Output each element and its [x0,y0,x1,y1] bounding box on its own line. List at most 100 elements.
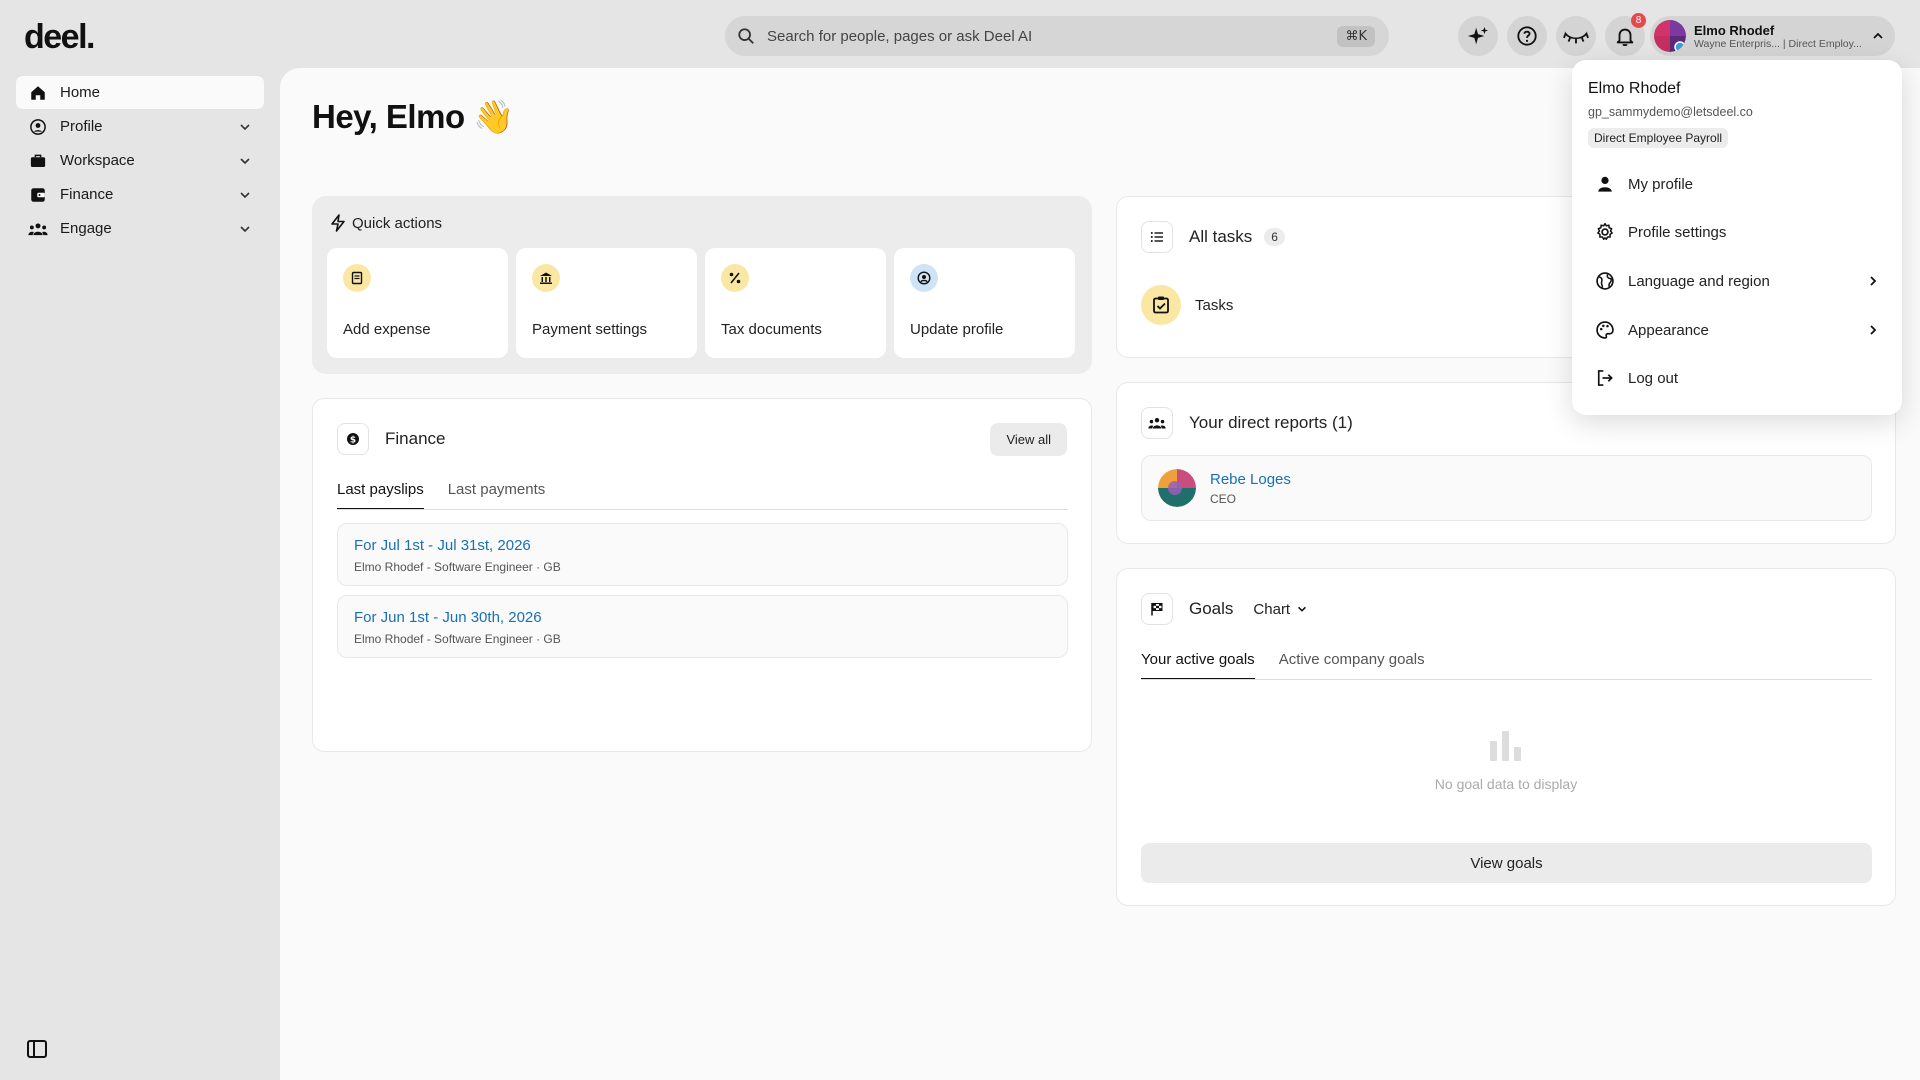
menu-item-label: Language and region [1628,272,1770,290]
sparkle-icon [1467,25,1489,47]
chevron-down-icon [238,154,252,168]
sidebar-item-engage[interactable]: Engage [16,212,264,245]
goals-view-select[interactable]: Chart [1253,601,1308,618]
direct-report-role: CEO [1210,491,1237,506]
sidebar-item-label: Engage [60,220,112,237]
tab-divider [1141,679,1872,680]
direct-reports-header: Your direct reports (1) [1141,407,1353,439]
sidebar-item-workspace[interactable]: Workspace [16,144,264,177]
payslip-subtitle: Elmo Rhodef - Software Engineer · GB [354,560,561,574]
globe-icon [1594,270,1616,292]
percent-icon [721,264,749,292]
quick-action-label: Tax documents [721,321,822,338]
menu-item-appearance[interactable]: Appearance [1588,312,1886,348]
checklist-icon [1141,285,1181,325]
menu-item-label: Appearance [1628,321,1709,339]
user-subtitle: Wayne Enterpris... | Direct Employ... [1694,37,1862,50]
sidebar-collapse-icon[interactable] [26,1038,48,1060]
chevron-down-icon [238,120,252,134]
chevron-up-icon [1871,29,1885,43]
quick-actions-panel: Quick actions Add expense Payment settin… [312,196,1092,374]
quick-action-add-expense[interactable]: Add expense [327,248,508,358]
tasks-item[interactable]: Tasks [1141,285,1233,325]
search-input[interactable] [767,27,1338,45]
menu-item-label: Log out [1628,369,1679,387]
wallet-icon [28,185,48,205]
sidebar-item-label: Profile [60,118,103,135]
help-button[interactable] [1507,16,1547,56]
quick-action-payment-settings[interactable]: Payment settings [516,248,697,358]
menu-item-profile-settings[interactable]: Profile settings [1588,214,1886,250]
payslip-row[interactable]: For Jul 1st - Jul 31st, 2026 Elmo Rhodef… [337,523,1068,586]
search-icon [737,27,755,45]
tasks-item-label: Tasks [1195,296,1234,314]
avatar [1654,20,1686,52]
user-circle-icon [910,264,938,292]
profile-icon [28,117,48,137]
menu-item-label: Profile settings [1628,223,1727,241]
gear-icon [1594,221,1616,243]
ai-sparkle-button[interactable] [1458,16,1498,56]
sidebar-item-finance[interactable]: Finance [16,178,264,211]
payslip-subtitle: Elmo Rhodef - Software Engineer · GB [354,632,561,646]
tab-active-company-goals[interactable]: Active company goals [1279,651,1425,680]
home-icon [28,83,48,103]
receipt-icon [343,264,371,292]
search-shortcut-badge: ⌘K [1337,25,1375,47]
quick-action-update-profile[interactable]: Update profile [894,248,1075,358]
sidebar-item-label: Finance [60,186,114,203]
goals-empty-text: No goal data to display [1434,776,1578,792]
quick-action-label: Add expense [343,321,431,338]
palette-icon [1594,319,1616,341]
person-icon [1594,173,1616,195]
tasks-count-badge: 6 [1264,228,1285,246]
view-all-button[interactable]: View all [990,423,1067,456]
user-menu-button[interactable]: Elmo Rhodef Wayne Enterpris... | Direct … [1650,16,1895,56]
finance-tabs: Last payslips Last payments [337,481,545,510]
tasks-header: All tasks 6 [1141,221,1285,253]
dropdown-user-name: Elmo Rhodef [1588,80,1681,97]
quick-actions-header: Quick actions [330,214,442,232]
deel-logo[interactable]: deel. [24,18,95,57]
direct-reports-title: Your direct reports (1) [1189,413,1353,432]
tab-last-payslips[interactable]: Last payslips [337,481,424,510]
payslip-row[interactable]: For Jun 1st - Jun 30th, 2026 Elmo Rhodef… [337,595,1068,658]
hide-sensitive-button[interactable] [1556,16,1596,56]
user-name: Elmo Rhodef [1694,22,1775,38]
quick-action-label: Payment settings [532,321,648,338]
sidebar-item-label: Home [60,84,101,101]
direct-report-row[interactable]: Rebe Loges CEO [1141,455,1872,521]
global-search[interactable]: ⌘K [725,16,1389,56]
menu-item-language-region[interactable]: Language and region [1588,263,1886,299]
goals-empty-state: No goal data to display [1117,729,1895,792]
help-icon [1516,25,1538,47]
sidebar-item-home[interactable]: Home [16,76,264,109]
bar-chart-icon [1488,729,1524,761]
notifications-button[interactable]: 8 [1605,13,1646,56]
sidebar: Home Profile Workspace Finance Engage [16,76,264,246]
chevron-down-icon [238,188,252,202]
direct-report-name: Rebe Loges [1210,470,1291,488]
finance-header: $ Finance [337,423,445,455]
tab-your-active-goals[interactable]: Your active goals [1141,651,1255,680]
header-actions: 8 [1458,13,1646,56]
sidebar-item-profile[interactable]: Profile [16,110,264,143]
sidebar-item-label: Workspace [60,152,135,169]
briefcase-icon [28,151,48,171]
people-icon [1141,407,1173,439]
page-title: Hey, Elmo 👋 [312,98,514,137]
dollar-icon: $ [337,423,369,455]
quick-action-tax-documents[interactable]: Tax documents [705,248,886,358]
menu-item-my-profile[interactable]: My profile [1588,166,1886,202]
user-dropdown-menu: Elmo Rhodef gp_sammydemo@letsdeel.co Dir… [1572,60,1902,415]
finance-card: $ Finance View all Last payslips Last pa… [312,398,1092,752]
chevron-right-icon [1866,323,1880,337]
menu-item-log-out[interactable]: Log out [1588,360,1886,396]
view-goals-button[interactable]: View goals [1141,843,1872,883]
quick-actions-title: Quick actions [352,214,443,232]
chevron-down-icon [1296,603,1308,615]
tab-last-payments[interactable]: Last payments [448,481,546,510]
wave-emoji: 👋 [473,98,514,135]
people-icon [28,219,48,239]
goals-view-select-value: Chart [1253,600,1291,618]
